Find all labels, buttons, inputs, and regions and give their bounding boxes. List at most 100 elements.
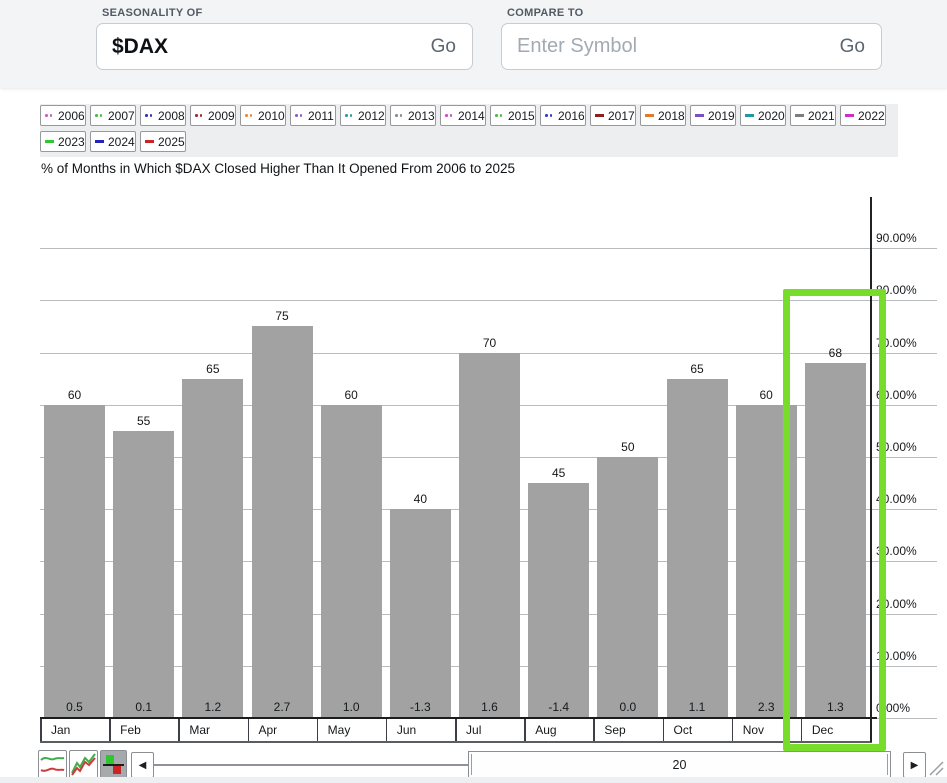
- compare-input-box: Go: [501, 23, 882, 70]
- bar-change-label: 1.0: [317, 700, 386, 714]
- month-label-Sep: Sep: [604, 723, 625, 737]
- year-2019-marker-icon: [695, 114, 705, 117]
- year-label: 2023: [58, 135, 85, 149]
- year-label: 2008: [158, 109, 185, 123]
- scroll-left-arrow-button[interactable]: ◀: [131, 752, 154, 778]
- bar-value-label: 70: [455, 336, 524, 350]
- legend-year-button-2007[interactable]: 2007: [90, 105, 136, 126]
- year-label: 2020: [758, 109, 785, 123]
- month-label-Mar: Mar: [189, 723, 210, 737]
- bar-Jan[interactable]: [44, 405, 105, 718]
- year-2006-marker-icon: [45, 114, 55, 117]
- bar-May[interactable]: [321, 405, 382, 718]
- year-2025-marker-icon: [145, 140, 155, 143]
- bar-value-label: 40: [386, 492, 455, 506]
- gridline-90: [40, 248, 937, 249]
- all-years-lines-chart-icon[interactable]: [69, 750, 98, 779]
- year-label: 2015: [508, 109, 535, 123]
- legend-year-button-2012[interactable]: 2012: [340, 105, 386, 126]
- year-2024-marker-icon: [95, 140, 105, 143]
- legend-year-button-2020[interactable]: 2020: [740, 105, 786, 126]
- symbol-go-button[interactable]: Go: [431, 36, 472, 58]
- scrollbar-thumb[interactable]: 20: [468, 751, 891, 778]
- year-2012-marker-icon: [345, 114, 355, 117]
- legend-year-button-2024[interactable]: 2024: [90, 131, 136, 152]
- legend-year-button-2011[interactable]: 2011: [290, 105, 336, 126]
- year-label: 2018: [658, 109, 685, 123]
- year-label: 2013: [408, 109, 435, 123]
- higher-lower-bars-chart-icon[interactable]: [100, 750, 127, 779]
- month-tick: [248, 719, 250, 741]
- legend-year-button-2019[interactable]: 2019: [690, 105, 736, 126]
- bar-Apr[interactable]: [252, 326, 313, 718]
- header-bar: SEASONALITY OF Go COMPARE TO Go: [0, 0, 947, 88]
- bar-change-label: 1.1: [663, 700, 732, 714]
- bar-change-label: 1.6: [455, 700, 524, 714]
- month-row-border: [40, 741, 872, 743]
- legend-year-button-2025[interactable]: 2025: [140, 131, 186, 152]
- bar-Aug[interactable]: [528, 483, 589, 718]
- year-2021-marker-icon: [795, 114, 805, 117]
- year-label: 2009: [208, 109, 235, 123]
- legend-year-button-2017[interactable]: 2017: [590, 105, 636, 126]
- month-tick: [663, 719, 665, 741]
- bar-change-label: 2.7: [248, 700, 317, 714]
- bar-value-label: 65: [178, 362, 247, 376]
- legend-year-button-2016[interactable]: 2016: [540, 105, 586, 126]
- legend-year-button-2018[interactable]: 2018: [640, 105, 686, 126]
- year-label: 2022: [858, 109, 885, 123]
- chart-title: % of Months in Which $DAX Closed Higher …: [41, 161, 515, 176]
- page-bottom-strip: [0, 777, 947, 783]
- bar-value-label: 55: [109, 414, 178, 428]
- december-highlight-rectangle: [783, 289, 886, 751]
- bar-Jun[interactable]: [390, 509, 451, 718]
- bar-change-label: 0.0: [593, 700, 662, 714]
- bar-change-label: -1.3: [386, 700, 455, 714]
- legend-year-button-2015[interactable]: 2015: [490, 105, 536, 126]
- x-axis-line: [40, 717, 877, 719]
- year-2008-marker-icon: [145, 114, 155, 117]
- seasonality-of-label: SEASONALITY OF: [102, 7, 203, 19]
- month-tick: [455, 719, 457, 741]
- bar-Mar[interactable]: [182, 379, 243, 718]
- month-tick: [317, 719, 319, 741]
- year-2022-marker-icon: [845, 114, 855, 117]
- month-tick: [40, 719, 42, 741]
- year-2007-marker-icon: [95, 114, 105, 117]
- year-label: 2007: [108, 109, 135, 123]
- legend-year-button-2008[interactable]: 2008: [140, 105, 186, 126]
- scrollbar-track[interactable]: [154, 764, 468, 766]
- legend-year-button-2021[interactable]: 2021: [790, 105, 836, 126]
- compare-symbol-input[interactable]: [502, 34, 840, 59]
- month-label-Feb: Feb: [120, 723, 141, 737]
- month-label-Apr: Apr: [259, 723, 278, 737]
- bar-Feb[interactable]: [113, 431, 174, 718]
- symbol-input[interactable]: [97, 34, 431, 60]
- legend-year-button-2014[interactable]: 2014: [440, 105, 486, 126]
- year-label: 2006: [58, 109, 85, 123]
- legend-year-button-2023[interactable]: 2023: [40, 131, 86, 152]
- legend-year-button-2009[interactable]: 2009: [190, 105, 236, 126]
- month-tick: [178, 719, 180, 741]
- legend-year-button-2010[interactable]: 2010: [240, 105, 286, 126]
- bar-value-label: 65: [663, 362, 732, 376]
- seasonality-tool-screen: SEASONALITY OF Go COMPARE TO Go 2006 2007…: [0, 0, 947, 783]
- compare-go-button[interactable]: Go: [840, 36, 881, 58]
- resize-handle-icon[interactable]: [925, 757, 945, 777]
- year-label: 2011: [308, 109, 334, 123]
- legend-year-button-2022[interactable]: 2022: [840, 105, 886, 126]
- legend-year-button-2013[interactable]: 2013: [390, 105, 436, 126]
- bar-Oct[interactable]: [667, 379, 728, 718]
- scroll-right-arrow-button[interactable]: ▶: [903, 752, 926, 778]
- bar-Jul[interactable]: [459, 353, 520, 718]
- bar-change-label: 1.2: [178, 700, 247, 714]
- month-label-Jan: Jan: [51, 723, 70, 737]
- month-tick: [386, 719, 388, 741]
- seasonality-lines-chart-icon[interactable]: [38, 750, 67, 779]
- bar-Sep[interactable]: [597, 457, 658, 718]
- month-tick: [524, 719, 526, 741]
- month-label-Nov: Nov: [743, 723, 764, 737]
- legend-year-button-2006[interactable]: 2006: [40, 105, 86, 126]
- scrollbar-value-label: 20: [673, 758, 687, 772]
- year-label: 2021: [808, 109, 835, 123]
